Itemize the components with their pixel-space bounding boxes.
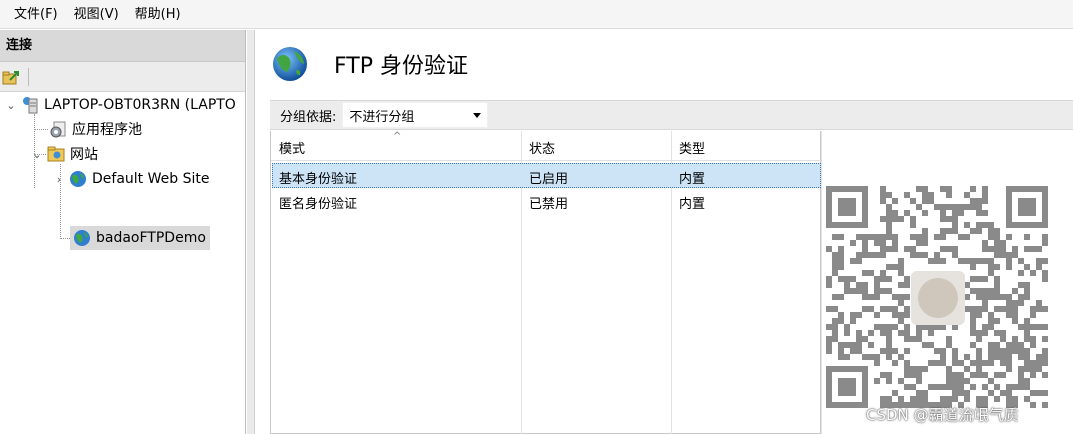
tree-node-default-web-site[interactable]: › Default Web Site — [52, 167, 209, 191]
collapse-arrow-icon[interactable]: ⌄ — [30, 147, 44, 161]
tree-node-ftp-site[interactable]: badaoFTPDemo — [70, 226, 210, 250]
cell-type: 内置 — [679, 197, 706, 212]
tree-node-server[interactable]: ⌄ LAPTOP-OBT0R3RN (LAPTO — [4, 93, 236, 117]
connections-pane: 连接 ⌄ LAPTOP-OBT0R3RN (LAPTO 应用程序池 ⌄ 网站 ›… — [0, 30, 246, 434]
feature-header: FTP 身份验证 — [256, 30, 1073, 98]
ftp-site-label: badaoFTPDemo — [96, 230, 206, 246]
menu-help[interactable]: 帮助(H) — [127, 0, 189, 29]
group-by-dropdown[interactable]: 不进行分组 — [342, 102, 489, 128]
cell-status: 已禁用 — [529, 197, 569, 212]
column-header-mode[interactable]: 模式 — [279, 138, 305, 157]
page-title: FTP 身份验证 — [334, 54, 468, 79]
toolbar-separator — [28, 67, 29, 86]
sort-ascending-icon: ^ — [393, 131, 402, 142]
watermark-text: CSDN @霸道流氓气质 — [866, 406, 1019, 424]
connections-header: 连接 — [0, 30, 245, 62]
list-header: 模式 ^ 状态 类型 — [271, 131, 822, 161]
qr-code-image — [826, 186, 1048, 408]
tree-node-app-pools[interactable]: 应用程序池 — [46, 117, 142, 141]
default-web-site-label: Default Web Site — [92, 171, 210, 187]
column-header-type[interactable]: 类型 — [679, 138, 705, 157]
app-pool-icon — [48, 119, 68, 139]
menu-file[interactable]: 文件(F) — [6, 0, 66, 29]
group-by-label: 分组依据: — [280, 109, 337, 125]
group-by-value: 不进行分组 — [349, 109, 415, 125]
expand-arrow-icon[interactable]: › — [52, 172, 66, 186]
server-icon — [20, 95, 40, 115]
pane-splitter[interactable] — [247, 30, 255, 434]
column-divider — [821, 131, 822, 434]
menu-view[interactable]: 视图(V) — [66, 0, 127, 29]
connections-toolbar — [0, 62, 245, 92]
collapse-arrow-icon[interactable]: ⌄ — [4, 98, 18, 112]
list-item[interactable]: 匿名身份验证 已禁用 内置 — [272, 189, 821, 214]
cell-mode: 匿名身份验证 — [279, 197, 358, 212]
globe-icon — [72, 228, 92, 248]
connect-icon[interactable] — [2, 68, 20, 86]
sites-folder-icon — [46, 144, 66, 164]
group-by-bar: 分组依据: 不进行分组 — [270, 100, 1073, 130]
cell-status: 已启用 — [529, 172, 569, 187]
ftp-globe-icon — [270, 44, 310, 84]
sites-label: 网站 — [70, 147, 98, 163]
connections-tree: ⌄ LAPTOP-OBT0R3RN (LAPTO 应用程序池 ⌄ 网站 › De… — [0, 92, 245, 434]
auth-list: 模式 ^ 状态 类型 基本身份验证 已启用 内置 匿名身份验证 已禁用 内置 — [270, 131, 822, 434]
cell-mode: 基本身份验证 — [279, 172, 358, 187]
app-pools-label: 应用程序池 — [72, 122, 142, 138]
list-item[interactable]: 基本身份验证 已启用 内置 — [272, 163, 821, 188]
column-header-status[interactable]: 状态 — [529, 138, 555, 157]
menu-bar: 文件(F) 视图(V) 帮助(H) — [0, 0, 1073, 29]
globe-icon — [68, 169, 88, 189]
dropdown-caret-icon — [473, 113, 482, 118]
server-label: LAPTOP-OBT0R3RN (LAPTO — [44, 97, 236, 113]
cell-type: 内置 — [679, 172, 706, 187]
tree-node-sites[interactable]: ⌄ 网站 — [30, 142, 98, 166]
